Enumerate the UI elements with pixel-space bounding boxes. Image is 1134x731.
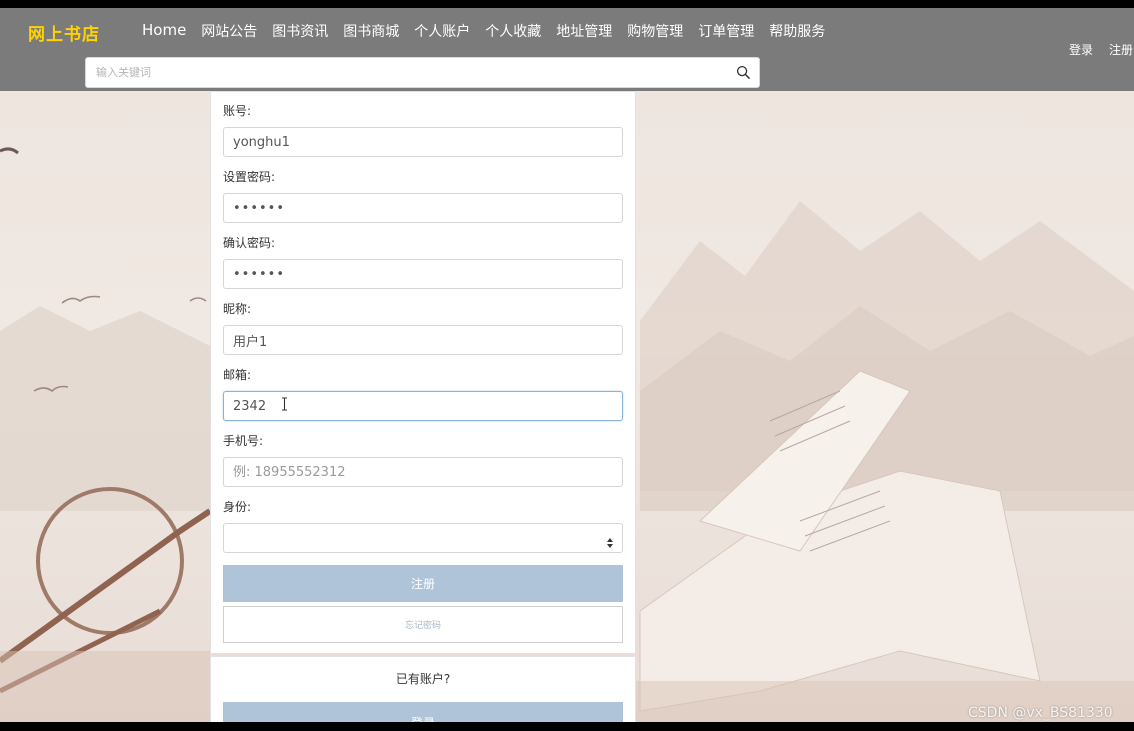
- search-input[interactable]: [86, 58, 736, 87]
- password-input[interactable]: [223, 193, 623, 223]
- nav-cart[interactable]: 购物管理: [627, 21, 683, 41]
- phone-field: 手机号:: [223, 432, 623, 487]
- email-label: 邮箱:: [223, 368, 252, 382]
- window-frame-bottom: [0, 722, 1134, 731]
- nav-home[interactable]: Home: [142, 21, 186, 41]
- role-select-wrapper: [223, 523, 623, 553]
- nav-announcements[interactable]: 网站公告: [201, 21, 257, 41]
- text-cursor-icon: [282, 397, 287, 411]
- phone-input[interactable]: [223, 457, 623, 487]
- go-login-button[interactable]: 登录: [223, 702, 623, 722]
- nickname-label: 昵称:: [223, 302, 252, 316]
- forgot-password-button[interactable]: 忘记密码: [223, 606, 623, 643]
- nickname-field: 昵称:: [223, 300, 623, 355]
- confirm-password-label: 确认密码:: [223, 236, 276, 250]
- role-label: 身份:: [223, 500, 252, 514]
- main-nav: Home 网站公告 图书资讯 图书商城 个人账户 个人收藏 地址管理 购物管理 …: [142, 21, 840, 41]
- auth-links: 登录 注册: [1054, 41, 1134, 58]
- confirm-password-field: 确认密码:: [223, 234, 623, 289]
- nav-book-news[interactable]: 图书资讯: [272, 21, 328, 41]
- nickname-input[interactable]: [223, 325, 623, 355]
- email-field: 邮箱:: [223, 366, 623, 421]
- password-label: 设置密码:: [223, 170, 276, 184]
- nav-favorites[interactable]: 个人收藏: [485, 21, 541, 41]
- watermark: CSDN @vx_BS81330: [968, 705, 1113, 721]
- nav-book-mall[interactable]: 图书商城: [343, 21, 399, 41]
- browser-viewport: 网上书店 Home 网站公告 图书资讯 图书商城 个人账户 个人收藏 地址管理 …: [0, 8, 1134, 722]
- search-icon[interactable]: [736, 65, 751, 80]
- nav-help[interactable]: 帮助服务: [769, 21, 825, 41]
- role-select[interactable]: [223, 523, 623, 553]
- site-logo[interactable]: 网上书店: [28, 20, 100, 45]
- confirm-password-input[interactable]: [223, 259, 623, 289]
- login-link[interactable]: 登录: [1069, 41, 1093, 58]
- top-navbar: 网上书店 Home 网站公告 图书资讯 图书商城 个人账户 个人收藏 地址管理 …: [0, 8, 1134, 91]
- account-label: 账号:: [223, 104, 252, 118]
- account-input[interactable]: [223, 127, 623, 157]
- select-arrows-icon: [607, 538, 613, 548]
- register-submit-button[interactable]: 注册: [223, 565, 623, 602]
- nav-orders[interactable]: 订单管理: [698, 21, 754, 41]
- password-field: 设置密码:: [223, 168, 623, 223]
- window-frame-top: [0, 0, 1134, 8]
- phone-label: 手机号:: [223, 434, 264, 448]
- register-link[interactable]: 注册: [1109, 41, 1133, 58]
- role-field: 身份:: [223, 498, 623, 553]
- search-bar: [85, 57, 760, 88]
- register-form: 账号: 设置密码: 确认密码: 昵称: 邮箱: 手机号: 身份:: [210, 91, 636, 654]
- account-field: 账号:: [223, 102, 623, 157]
- nav-address[interactable]: 地址管理: [556, 21, 612, 41]
- have-account-text: 已有账户?: [395, 672, 451, 686]
- nav-account[interactable]: 个人账户: [414, 21, 470, 41]
- login-prompt-panel: 已有账户? 登录: [210, 656, 636, 722]
